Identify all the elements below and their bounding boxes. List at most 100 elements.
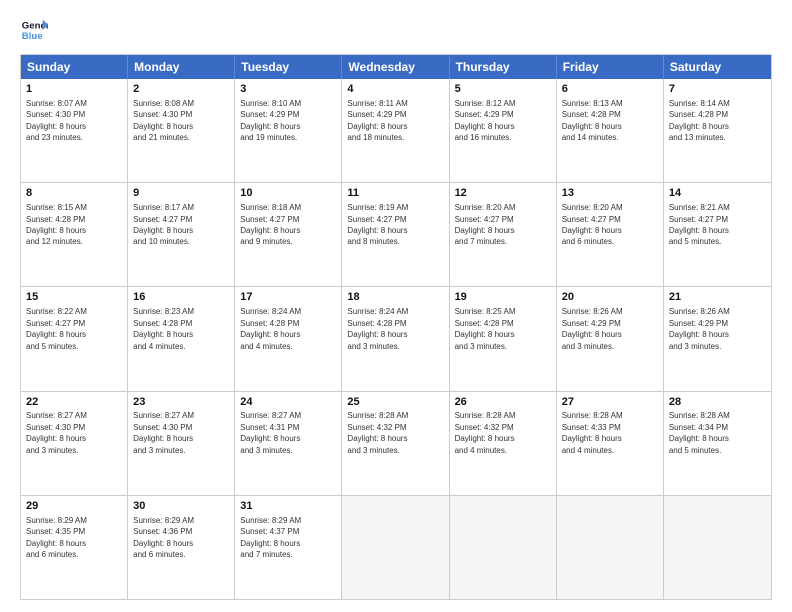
day-cell-3: 3Sunrise: 8:10 AM Sunset: 4:29 PM Daylig… — [235, 79, 342, 182]
day-number: 28 — [669, 395, 766, 410]
day-info: Sunrise: 8:14 AM Sunset: 4:28 PM Dayligh… — [669, 99, 730, 142]
day-info: Sunrise: 8:29 AM Sunset: 4:35 PM Dayligh… — [26, 516, 87, 559]
day-info: Sunrise: 8:08 AM Sunset: 4:30 PM Dayligh… — [133, 99, 194, 142]
day-info: Sunrise: 8:12 AM Sunset: 4:29 PM Dayligh… — [455, 99, 516, 142]
day-cell-17: 17 Sunrise: 8:24 AM Sunset: 4:28 PM Dayli… — [235, 287, 342, 390]
day-cell-2: 2 Sunrise: 8:08 AM Sunset: 4:30 PM Daylig… — [128, 79, 235, 182]
day-cell-30: 30 Sunrise: 8:29 AM Sunset: 4:36 PM Dayli… — [128, 496, 235, 599]
day-cell-23: 23Sunrise: 8:27 AM Sunset: 4:30 PM Dayli… — [128, 392, 235, 495]
day-cell-16: 16Sunrise: 8:23 AM Sunset: 4:28 PM Dayli… — [128, 287, 235, 390]
day-header-sunday: Sunday — [21, 55, 128, 79]
day-number: 30 — [133, 499, 229, 514]
day-cell-15: 15 Sunrise: 8:22 AM Sunset: 4:27 PM Dayli… — [21, 287, 128, 390]
day-cell-11: 11Sunrise: 8:19 AM Sunset: 4:27 PM Dayli… — [342, 183, 449, 286]
empty-cell — [664, 496, 771, 599]
day-info: Sunrise: 8:13 AM Sunset: 4:28 PM Dayligh… — [562, 99, 623, 142]
day-info: Sunrise: 8:20 AM Sunset: 4:27 PM Dayligh… — [562, 203, 623, 246]
day-info: Sunrise: 8:26 AM Sunset: 4:29 PM Dayligh… — [669, 307, 730, 350]
day-info: Sunrise: 8:18 AM Sunset: 4:27 PM Dayligh… — [240, 203, 301, 246]
day-number: 1 — [26, 82, 122, 97]
day-info: Sunrise: 8:21 AM Sunset: 4:27 PM Dayligh… — [669, 203, 730, 246]
day-number: 29 — [26, 499, 122, 514]
day-cell-1: 1Sunrise: 8:07 AM Sunset: 4:30 PM Daylig… — [21, 79, 128, 182]
day-cell-6: 6 Sunrise: 8:13 AM Sunset: 4:28 PM Daylig… — [557, 79, 664, 182]
day-cell-9: 9Sunrise: 8:17 AM Sunset: 4:27 PM Daylig… — [128, 183, 235, 286]
day-number: 21 — [669, 290, 766, 305]
calendar-header: SundayMondayTuesdayWednesdayThursdayFrid… — [21, 55, 771, 79]
day-info: Sunrise: 8:10 AM Sunset: 4:29 PM Dayligh… — [240, 99, 301, 142]
day-header-tuesday: Tuesday — [235, 55, 342, 79]
day-info: Sunrise: 8:24 AM Sunset: 4:28 PM Dayligh… — [240, 307, 301, 350]
calendar: SundayMondayTuesdayWednesdayThursdayFrid… — [20, 54, 772, 600]
calendar-row-4: 22Sunrise: 8:27 AM Sunset: 4:30 PM Dayli… — [21, 391, 771, 495]
day-number: 14 — [669, 186, 766, 201]
day-number: 6 — [562, 82, 658, 97]
day-number: 27 — [562, 395, 658, 410]
day-info: Sunrise: 8:15 AM Sunset: 4:28 PM Dayligh… — [26, 203, 87, 246]
day-cell-14: 14 Sunrise: 8:21 AM Sunset: 4:27 PM Dayli… — [664, 183, 771, 286]
day-cell-5: 5 Sunrise: 8:12 AM Sunset: 4:29 PM Daylig… — [450, 79, 557, 182]
day-cell-10: 10 Sunrise: 8:18 AM Sunset: 4:27 PM Dayli… — [235, 183, 342, 286]
day-number: 10 — [240, 186, 336, 201]
day-number: 23 — [133, 395, 229, 410]
day-number: 20 — [562, 290, 658, 305]
day-number: 7 — [669, 82, 766, 97]
svg-text:Blue: Blue — [22, 31, 43, 42]
day-info: Sunrise: 8:27 AM Sunset: 4:30 PM Dayligh… — [26, 411, 87, 454]
logo-icon: General Blue — [20, 16, 48, 44]
day-number: 12 — [455, 186, 551, 201]
day-number: 9 — [133, 186, 229, 201]
day-cell-19: 19Sunrise: 8:25 AM Sunset: 4:28 PM Dayli… — [450, 287, 557, 390]
day-cell-4: 4 Sunrise: 8:11 AM Sunset: 4:29 PM Daylig… — [342, 79, 449, 182]
day-number: 8 — [26, 186, 122, 201]
day-header-wednesday: Wednesday — [342, 55, 449, 79]
day-info: Sunrise: 8:20 AM Sunset: 4:27 PM Dayligh… — [455, 203, 516, 246]
day-cell-12: 12 Sunrise: 8:20 AM Sunset: 4:27 PM Dayli… — [450, 183, 557, 286]
calendar-row-1: 1Sunrise: 8:07 AM Sunset: 4:30 PM Daylig… — [21, 79, 771, 182]
day-info: Sunrise: 8:25 AM Sunset: 4:28 PM Dayligh… — [455, 307, 516, 350]
day-number: 5 — [455, 82, 551, 97]
day-header-thursday: Thursday — [450, 55, 557, 79]
day-cell-27: 27Sunrise: 8:28 AM Sunset: 4:33 PM Dayli… — [557, 392, 664, 495]
page: General Blue SundayMondayTuesdayWednesda… — [0, 0, 792, 612]
day-cell-25: 25Sunrise: 8:28 AM Sunset: 4:32 PM Dayli… — [342, 392, 449, 495]
day-number: 25 — [347, 395, 443, 410]
day-header-friday: Friday — [557, 55, 664, 79]
day-cell-29: 29 Sunrise: 8:29 AM Sunset: 4:35 PM Dayli… — [21, 496, 128, 599]
day-number: 15 — [26, 290, 122, 305]
day-info: Sunrise: 8:27 AM Sunset: 4:30 PM Dayligh… — [133, 411, 194, 454]
day-header-saturday: Saturday — [664, 55, 771, 79]
day-info: Sunrise: 8:27 AM Sunset: 4:31 PM Dayligh… — [240, 411, 301, 454]
day-info: Sunrise: 8:28 AM Sunset: 4:34 PM Dayligh… — [669, 411, 730, 454]
day-cell-8: 8 Sunrise: 8:15 AM Sunset: 4:28 PM Daylig… — [21, 183, 128, 286]
day-cell-7: 7 Sunrise: 8:14 AM Sunset: 4:28 PM Daylig… — [664, 79, 771, 182]
empty-cell — [342, 496, 449, 599]
day-number: 13 — [562, 186, 658, 201]
day-info: Sunrise: 8:29 AM Sunset: 4:37 PM Dayligh… — [240, 516, 301, 559]
day-cell-21: 21 Sunrise: 8:26 AM Sunset: 4:29 PM Dayli… — [664, 287, 771, 390]
header: General Blue — [20, 16, 772, 44]
day-info: Sunrise: 8:11 AM Sunset: 4:29 PM Dayligh… — [347, 99, 407, 142]
calendar-row-3: 15 Sunrise: 8:22 AM Sunset: 4:27 PM Dayli… — [21, 286, 771, 390]
day-cell-22: 22Sunrise: 8:27 AM Sunset: 4:30 PM Dayli… — [21, 392, 128, 495]
day-info: Sunrise: 8:28 AM Sunset: 4:32 PM Dayligh… — [347, 411, 408, 454]
day-cell-13: 13 Sunrise: 8:20 AM Sunset: 4:27 PM Dayli… — [557, 183, 664, 286]
day-number: 24 — [240, 395, 336, 410]
day-number: 17 — [240, 290, 336, 305]
day-info: Sunrise: 8:24 AM Sunset: 4:28 PM Dayligh… — [347, 307, 408, 350]
day-info: Sunrise: 8:29 AM Sunset: 4:36 PM Dayligh… — [133, 516, 194, 559]
calendar-row-5: 29 Sunrise: 8:29 AM Sunset: 4:35 PM Dayli… — [21, 495, 771, 599]
day-cell-26: 26Sunrise: 8:28 AM Sunset: 4:32 PM Dayli… — [450, 392, 557, 495]
day-cell-31: 31 Sunrise: 8:29 AM Sunset: 4:37 PM Dayli… — [235, 496, 342, 599]
day-info: Sunrise: 8:22 AM Sunset: 4:27 PM Dayligh… — [26, 307, 87, 350]
day-number: 11 — [347, 186, 443, 201]
day-header-monday: Monday — [128, 55, 235, 79]
day-number: 31 — [240, 499, 336, 514]
day-info: Sunrise: 8:28 AM Sunset: 4:33 PM Dayligh… — [562, 411, 623, 454]
calendar-row-2: 8 Sunrise: 8:15 AM Sunset: 4:28 PM Daylig… — [21, 182, 771, 286]
day-number: 18 — [347, 290, 443, 305]
day-number: 2 — [133, 82, 229, 97]
day-number: 4 — [347, 82, 443, 97]
calendar-body: 1Sunrise: 8:07 AM Sunset: 4:30 PM Daylig… — [21, 79, 771, 599]
day-info: Sunrise: 8:26 AM Sunset: 4:29 PM Dayligh… — [562, 307, 623, 350]
